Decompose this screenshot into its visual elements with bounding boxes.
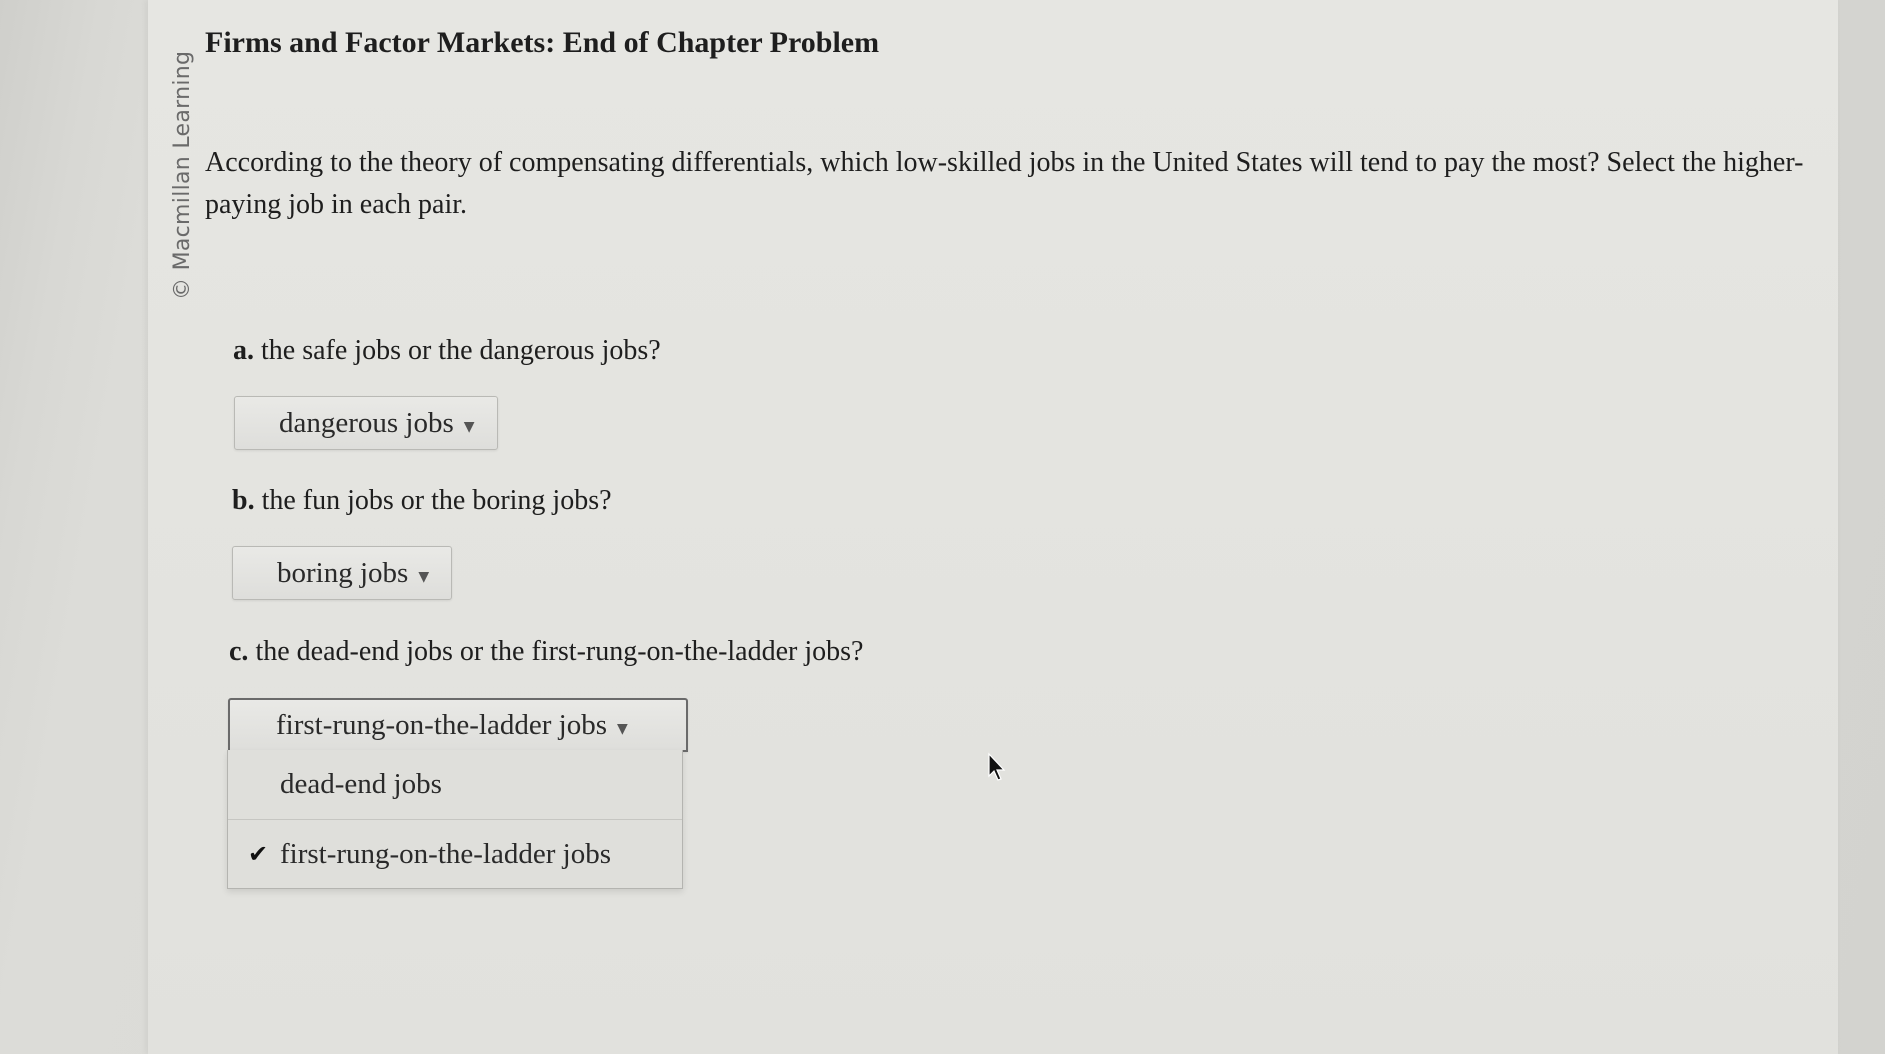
chevron-down-icon: ▼ [616, 721, 628, 737]
question-c-selected: first-rung-on-the-ladder jobs [276, 708, 607, 741]
option-dead-end-jobs[interactable]: dead-end jobs [228, 750, 682, 819]
question-prompt: According to the theory of compensating … [205, 147, 1804, 220]
question-a: a. the safe jobs or the dangerous jobs? [233, 335, 661, 367]
question-b: b. the fun jobs or the boring jobs? [232, 485, 612, 517]
question-a-letter: a. [233, 335, 254, 366]
chevron-down-icon: ▼ [463, 419, 475, 435]
question-a-selected: dangerous jobs [279, 406, 454, 439]
question-b-selected: boring jobs [277, 556, 409, 589]
question-b-text: the fun jobs or the boring jobs? [261, 485, 612, 516]
copyright-notice: © Macmillan Learning [170, 50, 195, 300]
chevron-down-icon: ▼ [418, 569, 430, 585]
mouse-cursor-icon [988, 752, 1006, 781]
checkmark-icon: ✔ [248, 840, 269, 868]
question-a-text: the safe jobs or the dangerous jobs? [261, 335, 661, 366]
question-c-dropdown-menu: dead-end jobs ✔ first-rung-on-the-ladder… [227, 750, 683, 889]
option-label: first-rung-on-the-ladder jobs [280, 837, 611, 870]
question-b-letter: b. [232, 485, 255, 516]
option-first-rung-jobs[interactable]: ✔ first-rung-on-the-ladder jobs [228, 819, 682, 888]
question-a-dropdown[interactable]: dangerous jobs ▼ [234, 396, 498, 450]
page-title: Firms and Factor Markets: End of Chapter… [205, 26, 880, 59]
option-label: dead-end jobs [280, 768, 442, 800]
question-c: c. the dead-end jobs or the first-rung-o… [229, 636, 863, 668]
question-c-dropdown[interactable]: first-rung-on-the-ladder jobs ▼ [228, 698, 688, 752]
question-c-text: the dead-end jobs or the first-rung-on-t… [255, 636, 864, 667]
question-c-letter: c. [229, 636, 249, 667]
question-b-dropdown[interactable]: boring jobs ▼ [232, 546, 453, 600]
